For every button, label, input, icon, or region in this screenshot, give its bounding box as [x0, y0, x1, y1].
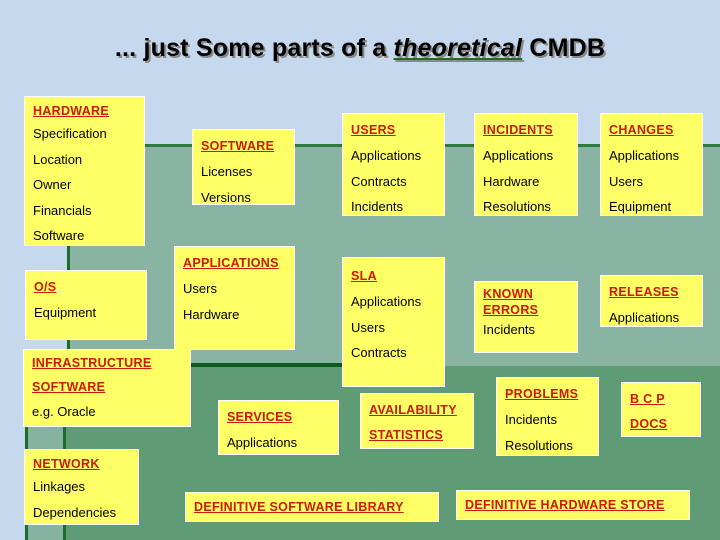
box-item: Dependencies: [33, 504, 117, 520]
box-known-errors: KNOWN ERRORS Incidents: [474, 281, 578, 353]
box-item: Equipment: [609, 199, 672, 214]
box-item: Versions: [201, 189, 251, 205]
box-item: Owner: [33, 177, 72, 192]
box-incidents: INCIDENTS Applications Hardware Resoluti…: [474, 113, 578, 216]
box-item: Users: [351, 319, 385, 335]
box-services: SERVICES Applications: [218, 400, 339, 455]
box-item: Applications: [609, 310, 680, 325]
box-heading: SOFTWARE: [32, 380, 106, 394]
box-item: Software: [33, 228, 85, 243]
box-item: Resolutions: [505, 437, 573, 453]
box-item: Incidents: [505, 412, 558, 427]
box-heading: SOFTWARE: [201, 139, 275, 153]
box-item: Applications: [609, 148, 680, 163]
box-heading: DEFINITIVE HARDWARE STORE: [465, 498, 665, 512]
box-heading: ERRORS: [483, 303, 539, 317]
box-item: Applications: [351, 294, 422, 309]
box-heading: CHANGES: [609, 123, 674, 137]
box-item: Incidents: [483, 322, 536, 337]
box-heading: KNOWN: [483, 287, 534, 301]
slide-title: ... just Some parts of a theoretical CMD…: [0, 34, 720, 63]
box-item: Hardware: [183, 306, 240, 322]
box-heading: SLA: [351, 269, 377, 283]
box-definitive-hardware-store: DEFINITIVE HARDWARE STORE: [456, 490, 690, 520]
box-heading: AVAILABILITY: [369, 403, 457, 417]
box-os: O/S Equipment: [25, 270, 147, 340]
box-network: NETWORK Linkages Dependencies: [24, 449, 139, 525]
box-item: Incidents: [351, 199, 404, 214]
box-software: SOFTWARE Licenses Versions: [192, 129, 295, 205]
box-heading: HARDWARE: [33, 104, 110, 118]
box-definitive-software-library: DEFINITIVE SOFTWARE LIBRARY: [185, 492, 439, 522]
box-heading: APPLICATIONS: [183, 256, 279, 270]
box-item: Licenses: [201, 164, 253, 179]
box-item: Hardware: [483, 173, 540, 189]
box-item: Users: [183, 281, 217, 296]
box-applications: APPLICATIONS Users Hardware: [174, 246, 295, 350]
box-item: Applications: [483, 148, 554, 163]
box-heading: SERVICES: [227, 410, 293, 424]
box-heading: O/S: [34, 280, 57, 294]
box-heading: B C P: [630, 392, 665, 406]
box-heading: USERS: [351, 123, 396, 137]
box-item: Users: [609, 173, 643, 189]
box-heading: DEFINITIVE SOFTWARE LIBRARY: [194, 500, 404, 514]
title-suffix: CMDB: [522, 34, 606, 62]
box-hardware: HARDWARE Specification Location Owner Fi…: [24, 96, 145, 246]
box-problems: PROBLEMS Incidents Resolutions: [496, 377, 599, 456]
box-changes: CHANGES Applications Users Equipment: [600, 113, 703, 216]
box-heading: STATISTICS: [369, 428, 444, 442]
box-item: Linkages: [33, 479, 86, 494]
box-heading: NETWORK: [33, 457, 100, 471]
title-emphasis: theoretical: [393, 34, 523, 62]
box-item: Specification: [33, 126, 107, 141]
box-item: e.g. Oracle: [32, 404, 96, 419]
box-item: Location: [33, 151, 83, 167]
box-heading: DOCS: [630, 417, 668, 431]
title-prefix: ... just Some parts of a: [114, 34, 394, 62]
box-sla: SLA Applications Users Contracts: [342, 257, 445, 387]
box-releases: RELEASES Applications: [600, 275, 703, 327]
box-infrastructure-software: INFRASTRUCTURE SOFTWARE e.g. Oracle: [23, 349, 191, 427]
box-item: Applications: [227, 435, 298, 450]
box-item: Equipment: [34, 305, 97, 320]
box-heading: INCIDENTS: [483, 123, 554, 137]
box-availability-statistics: AVAILABILITY STATISTICS: [360, 393, 474, 449]
box-users: USERS Applications Contracts Incidents: [342, 113, 445, 216]
box-item: Financials: [33, 202, 92, 218]
box-heading: INFRASTRUCTURE: [32, 356, 152, 370]
box-item: Applications: [351, 148, 422, 163]
box-heading: RELEASES: [609, 285, 679, 299]
box-item: Resolutions: [483, 199, 551, 214]
box-item: Contracts: [351, 345, 407, 360]
box-item: Contracts: [351, 173, 407, 189]
box-heading: PROBLEMS: [505, 387, 579, 401]
box-bcp-docs: B C P DOCS: [621, 382, 701, 437]
